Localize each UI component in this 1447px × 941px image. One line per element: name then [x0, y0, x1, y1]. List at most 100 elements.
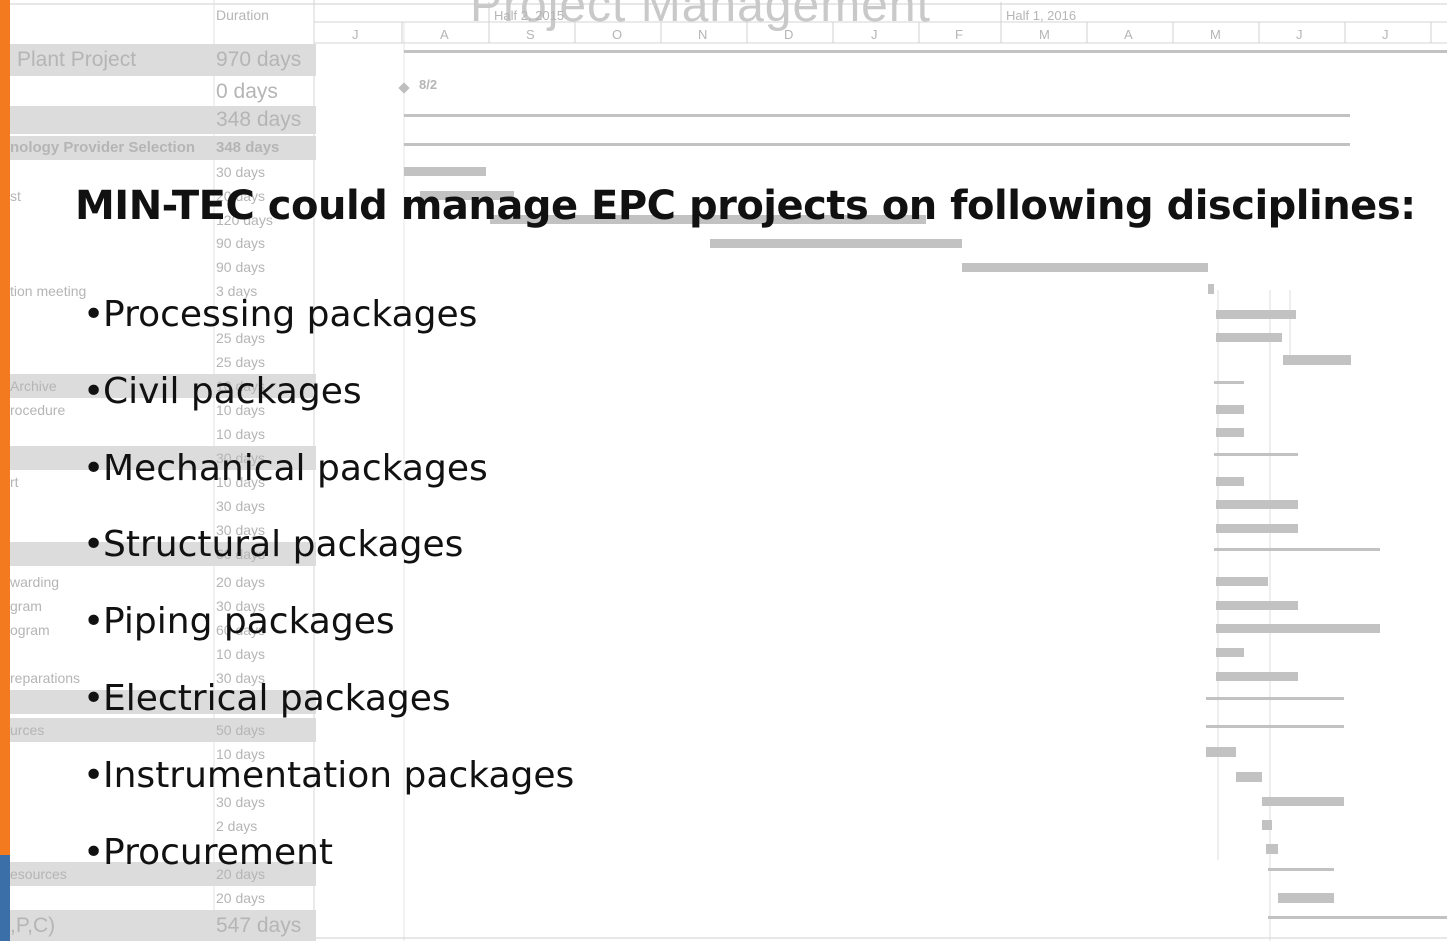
task-duration-cell: 348 days	[214, 106, 316, 134]
bullet-text: Civil packages	[103, 371, 362, 412]
task-bar	[1216, 672, 1298, 681]
task-bar	[962, 263, 1208, 272]
task-name-cell	[10, 642, 214, 666]
task-bar	[1236, 772, 1262, 782]
bullet-item: •Civil packages	[83, 371, 362, 412]
task-bar	[1268, 916, 1447, 919]
task-bar	[1208, 284, 1214, 294]
task-name-cell	[10, 106, 214, 134]
bullet-text: Structural packages	[103, 524, 464, 565]
task-bar	[1216, 648, 1244, 657]
task-duration-cell: 10 days	[216, 426, 266, 442]
task-bar	[1206, 725, 1344, 728]
bullet-text: Procurement	[103, 832, 334, 873]
accent-bar-blue	[0, 855, 10, 941]
month-label: F	[955, 27, 963, 42]
task-bar	[1278, 893, 1334, 903]
task-bar	[1216, 428, 1244, 437]
task-duration-cell: 20 days	[216, 574, 266, 590]
month-label: J	[871, 27, 878, 42]
bullet-item: •Electrical packages	[83, 678, 451, 719]
bullet-item: •Instrumentation packages	[83, 755, 574, 796]
task-name-cell	[10, 231, 214, 255]
task-duration-cell: 348 days	[214, 136, 316, 160]
task-bar	[1262, 820, 1272, 830]
half-label-2015: Half 2, 2015	[494, 8, 565, 23]
task-bar	[1214, 548, 1380, 551]
task-bar	[1262, 797, 1344, 806]
bullet-icon: •	[83, 832, 105, 873]
task-name-cell: nology Provider Selection	[10, 136, 214, 160]
task-duration-cell: 970 days	[214, 44, 316, 76]
task-bar	[1214, 381, 1244, 384]
month-label: J	[352, 27, 359, 42]
milestone-label: 8/2	[419, 77, 438, 92]
task-bar	[1216, 405, 1244, 414]
task-bar	[1206, 747, 1236, 757]
task-name-cell: Plant Project	[10, 44, 221, 76]
task-bar	[404, 114, 1350, 117]
bullet-text: Processing packages	[103, 294, 478, 335]
task-bar	[1216, 500, 1298, 509]
bullet-item: •Piping packages	[83, 601, 395, 642]
month-label: N	[698, 27, 708, 42]
task-bar	[1266, 844, 1278, 854]
task-duration-cell: 547 days	[214, 910, 316, 941]
month-label: A	[1124, 27, 1133, 42]
task-name-cell	[10, 78, 214, 106]
task-name-cell	[10, 422, 214, 446]
bullet-icon: •	[83, 601, 105, 642]
bullet-text: Mechanical packages	[103, 448, 488, 489]
task-bar	[404, 167, 486, 176]
bullet-icon: •	[83, 524, 105, 565]
task-duration-cell: 10 days	[216, 646, 266, 662]
task-duration-cell: 20 days	[216, 890, 266, 906]
task-duration-cell: 90 days	[216, 259, 266, 275]
month-label: M	[1210, 27, 1221, 42]
month-label: A	[440, 27, 449, 42]
headline: MIN-TEC could manage EPC projects on fol…	[75, 183, 1416, 229]
task-name-cell: warding	[10, 574, 60, 590]
month-label: J	[1296, 27, 1303, 42]
bullet-text: Instrumentation packages	[103, 755, 575, 796]
bullet-item: •Structural packages	[83, 524, 463, 565]
task-duration-cell: 90 days	[216, 235, 266, 251]
task-bar	[1214, 453, 1298, 456]
accent-bar-orange	[0, 0, 10, 941]
duration-column-header: Duration	[216, 7, 269, 23]
task-name-cell: ,P,C)	[10, 910, 214, 941]
task-bar	[1283, 355, 1351, 365]
task-bar	[1216, 477, 1244, 486]
task-bar	[710, 239, 962, 248]
bullet-icon: •	[83, 371, 105, 412]
task-name-cell: urces	[10, 718, 214, 742]
task-bar	[1206, 697, 1344, 700]
task-name-cell	[10, 494, 214, 518]
task-name-cell	[10, 886, 214, 910]
task-duration-cell: 30 days	[216, 164, 266, 180]
task-bar	[404, 143, 1350, 146]
task-duration-cell: 30 days	[216, 498, 266, 514]
task-bar	[404, 50, 1447, 53]
task-bar	[1268, 868, 1334, 871]
task-duration-cell: 0 days	[216, 80, 278, 103]
month-label: S	[526, 27, 535, 42]
bullet-icon: •	[83, 294, 105, 335]
bullet-item: •Procurement	[83, 832, 333, 873]
bullet-text: Electrical packages	[103, 678, 451, 719]
bullet-icon: •	[83, 448, 105, 489]
month-label: M	[1039, 27, 1050, 42]
half-label-2016: Half 1, 2016	[1006, 8, 1077, 23]
bullet-icon: •	[83, 678, 105, 719]
task-duration-cell: 50 days	[214, 718, 316, 742]
task-bar	[1216, 624, 1380, 633]
task-bar	[1216, 333, 1282, 342]
bullet-text: Piping packages	[103, 601, 395, 642]
task-bar	[1216, 524, 1298, 533]
task-name-cell	[10, 160, 214, 184]
task-name-cell	[10, 255, 214, 279]
month-label: O	[612, 27, 623, 42]
month-label: D	[784, 27, 794, 42]
bullet-item: •Processing packages	[83, 294, 477, 335]
slide: Project Management Duration Half 2, 2015…	[0, 0, 1447, 941]
